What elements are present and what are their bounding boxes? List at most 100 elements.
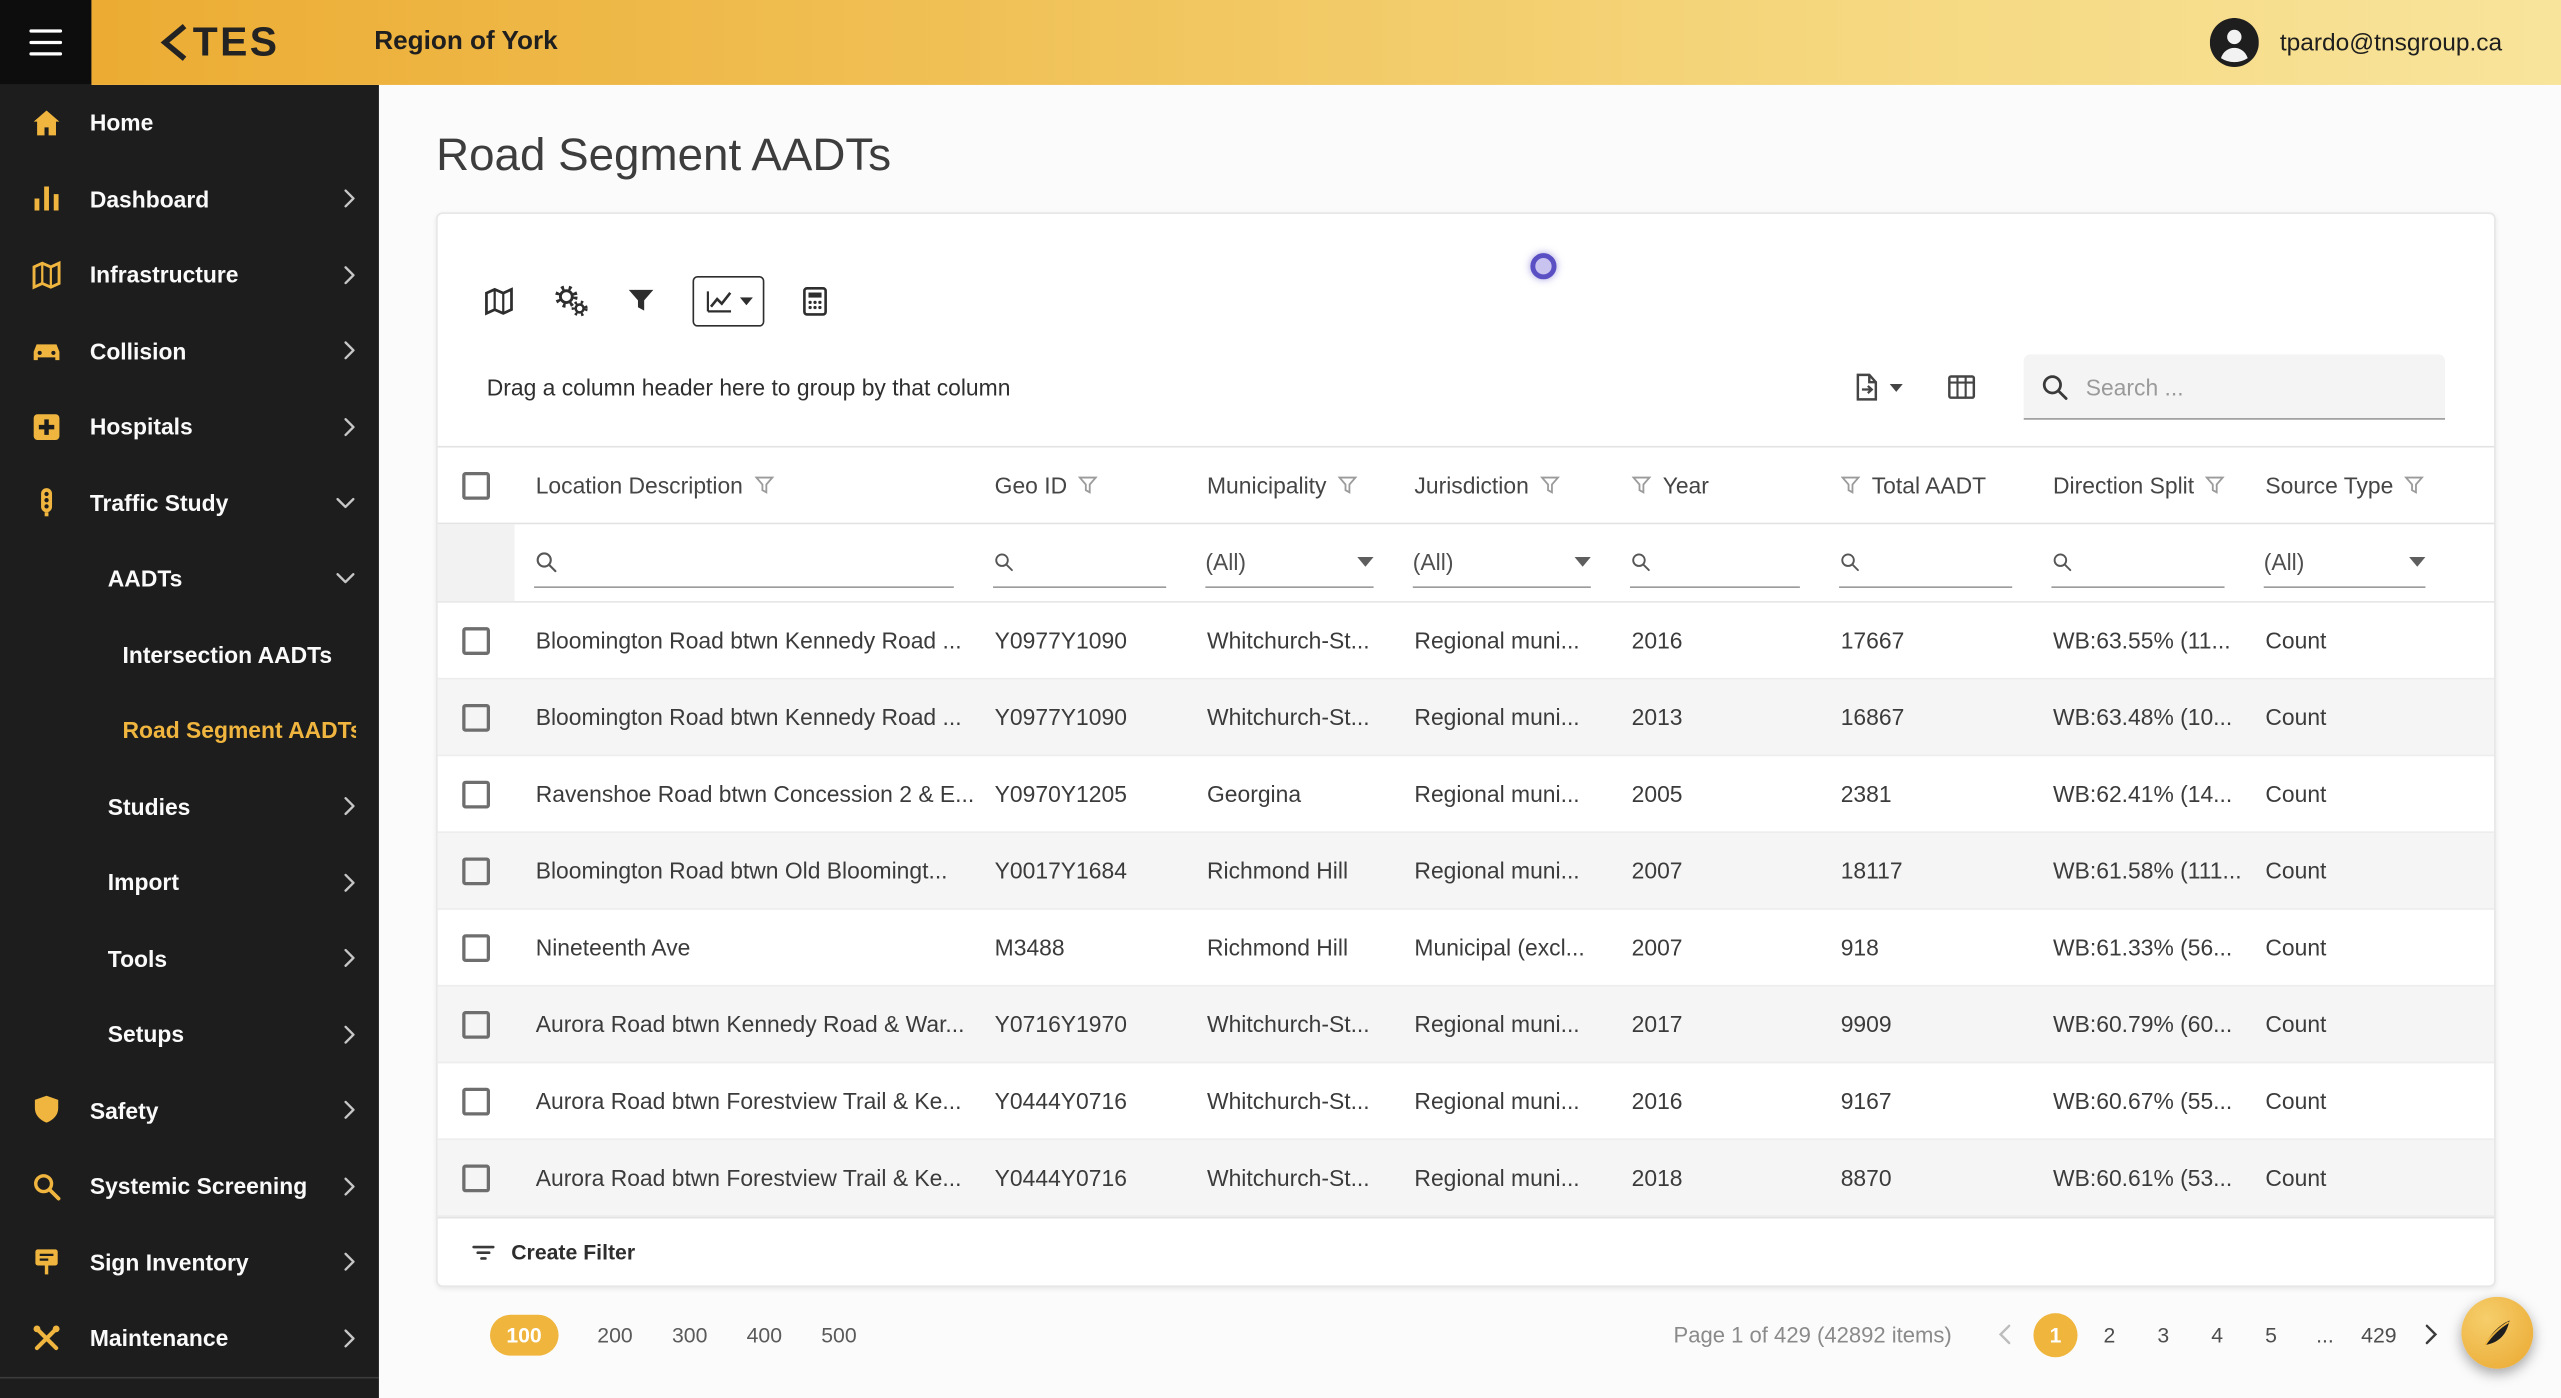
row-checkbox[interactable] (462, 779, 490, 808)
table-row[interactable]: Aurora Road btwn Forestview Trail & Ke..… (437, 1063, 2495, 1141)
sidebar-item-sign-inventory[interactable]: Sign Inventory (0, 1224, 379, 1300)
page-size-option[interactable]: 400 (747, 1322, 782, 1346)
sidebar-item-safety[interactable]: Safety (0, 1072, 379, 1148)
filter-geo-id-input[interactable] (1024, 547, 1167, 577)
page-number[interactable]: 429 (2357, 1312, 2401, 1356)
sidebar-item-collision[interactable]: Collision (0, 313, 379, 389)
person-icon (2209, 17, 2259, 67)
hospitals-icon (29, 410, 63, 444)
cell-geo-id: Y0977Y1090 (994, 703, 1127, 731)
cell-direction-split: WB:60.67% (55... (2053, 1087, 2233, 1114)
prev-page-button[interactable] (1984, 1312, 2023, 1356)
row-checkbox[interactable] (462, 626, 490, 655)
sidebar-item-hospitals[interactable]: Hospitals (0, 389, 379, 465)
table-row[interactable]: Bloomington Road btwn Kennedy Road ... Y… (437, 679, 2495, 757)
municipality-filter-select[interactable]: (All) (1205, 537, 1374, 588)
column-header-jurisdiction[interactable]: Jurisdiction (1393, 448, 1610, 523)
grid-search-box[interactable] (2023, 354, 2446, 420)
page-number[interactable]: 1 (2033, 1312, 2078, 1357)
chevron-down-icon (1574, 556, 1591, 567)
cell-total-aadt: 18117 (1840, 857, 1903, 884)
row-checkbox[interactable] (462, 933, 490, 962)
calculator-button[interactable] (799, 283, 832, 317)
filter-cell-geo-id (973, 524, 1185, 601)
filter-direction-split-input[interactable] (2082, 547, 2225, 577)
table-row[interactable]: Bloomington Road btwn Old Bloomingt... Y… (437, 832, 2495, 910)
column-header-municipality[interactable]: Municipality (1186, 448, 1393, 523)
fab-button[interactable] (2461, 1296, 2534, 1369)
page-number[interactable]: 2 (2087, 1312, 2131, 1356)
filter-year-input[interactable] (1661, 547, 1800, 577)
next-page-button[interactable] (2411, 1312, 2450, 1356)
sidebar-item-home[interactable]: Home (0, 85, 379, 161)
pager: 100 200 300 400 500 Page 1 of 429 (42892… (436, 1307, 2496, 1363)
sidebar-item-intersection-aadts[interactable]: Intersection AADTs (0, 617, 379, 693)
cell-direction-split: WB:60.61% (53... (2053, 1164, 2233, 1191)
export-button[interactable] (1851, 371, 1903, 404)
sidebar-item-dashboard[interactable]: Dashboard (0, 161, 379, 237)
column-header-direction-split[interactable]: Direction Split (2032, 448, 2244, 523)
column-header-total-aadt[interactable]: Total AADT (1819, 448, 2031, 523)
page-size-option[interactable]: 200 (597, 1322, 632, 1346)
cell-direction-split: WB:63.48% (10... (2053, 703, 2233, 731)
page-number[interactable]: 3 (2141, 1312, 2185, 1356)
cell-select (438, 1140, 515, 1215)
page-number[interactable]: 4 (2195, 1312, 2239, 1356)
map-view-button[interactable] (480, 283, 518, 317)
sidebar-item-infrastructure[interactable]: Infrastructure (0, 237, 379, 313)
sidebar-item-tools[interactable]: Tools (0, 920, 379, 996)
table-row[interactable]: Nineteenth Ave M3488 Richmond Hill Munic… (437, 910, 2495, 987)
sidebar-item-studies[interactable]: Studies (0, 768, 379, 844)
column-filter-icon[interactable] (2404, 475, 2425, 495)
column-chooser-button[interactable] (1945, 371, 1978, 404)
column-filter-icon[interactable] (2205, 475, 2226, 495)
row-checkbox[interactable] (462, 856, 490, 885)
page-size-option[interactable]: 500 (821, 1322, 856, 1346)
table-row[interactable]: Aurora Road btwn Forestview Trail & Ke..… (437, 1140, 2495, 1217)
filter-total-aadt-input[interactable] (1870, 547, 2013, 577)
sidebar-item-partial[interactable] (0, 1376, 379, 1398)
grid-search-input[interactable] (2082, 371, 2418, 401)
jurisdiction-filter-select[interactable]: (All) (1412, 537, 1591, 588)
source-type-filter-select[interactable]: (All) (2263, 537, 2426, 588)
cell-source-type: Count (2265, 1087, 2327, 1114)
row-checkbox[interactable] (462, 1086, 490, 1115)
cell-municipality: Whitchurch-St... (1207, 1087, 1370, 1114)
filter-location-input[interactable] (567, 547, 954, 577)
column-header-location-description[interactable]: Location Description (514, 448, 973, 523)
page-number[interactable]: 5 (2249, 1312, 2293, 1356)
sidebar-item-setups[interactable]: Setups (0, 996, 379, 1072)
sidebar-item-road-segment-aadts[interactable]: Road Segment AADTs (0, 693, 379, 769)
column-filter-icon[interactable] (1631, 475, 1652, 495)
table-row[interactable]: Aurora Road btwn Kennedy Road & War... Y… (437, 986, 2495, 1064)
data-grid: Location Description Geo ID Municipality… (437, 445, 2495, 1286)
user-avatar[interactable] (2209, 17, 2259, 67)
select-all-checkbox[interactable] (462, 471, 490, 499)
column-filter-icon[interactable] (1337, 475, 1358, 495)
filter-button[interactable] (624, 284, 658, 317)
sidebar-item-import[interactable]: Import (0, 844, 379, 920)
column-header-geo-id[interactable]: Geo ID (973, 448, 1185, 523)
page-size-option[interactable]: 300 (672, 1322, 707, 1346)
sidebar-item-aadts[interactable]: AADTs (0, 541, 379, 617)
row-checkbox[interactable] (462, 703, 490, 731)
sidebar-item-traffic-study[interactable]: Traffic Study (0, 465, 379, 541)
column-filter-icon[interactable] (1078, 475, 1099, 495)
sidebar-item-maintenance[interactable]: Maintenance (0, 1300, 379, 1376)
cell-direction-split: WB:61.33% (56... (2053, 934, 2233, 961)
column-filter-icon[interactable] (1540, 475, 1560, 495)
table-row[interactable]: Bloomington Road btwn Kennedy Road ... Y… (437, 603, 2495, 680)
table-row[interactable]: Ravenshoe Road btwn Concession 2 & E... … (437, 756, 2495, 833)
column-filter-icon[interactable] (754, 475, 774, 495)
column-header-source-type[interactable]: Source Type (2244, 448, 2445, 523)
row-checkbox[interactable] (462, 1163, 490, 1192)
page-size-option[interactable]: 100 (489, 1313, 559, 1355)
create-filter-button[interactable]: Create Filter (437, 1216, 2495, 1286)
column-filter-icon[interactable] (1840, 475, 1861, 495)
menu-toggle-button[interactable] (0, 0, 92, 85)
settings-button[interactable] (552, 283, 590, 319)
row-checkbox[interactable] (462, 1010, 490, 1038)
chart-view-dropdown-button[interactable] (692, 275, 765, 326)
sidebar-item-systemic-screening[interactable]: Systemic Screening (0, 1148, 379, 1224)
column-header-year[interactable]: Year (1610, 448, 1819, 523)
